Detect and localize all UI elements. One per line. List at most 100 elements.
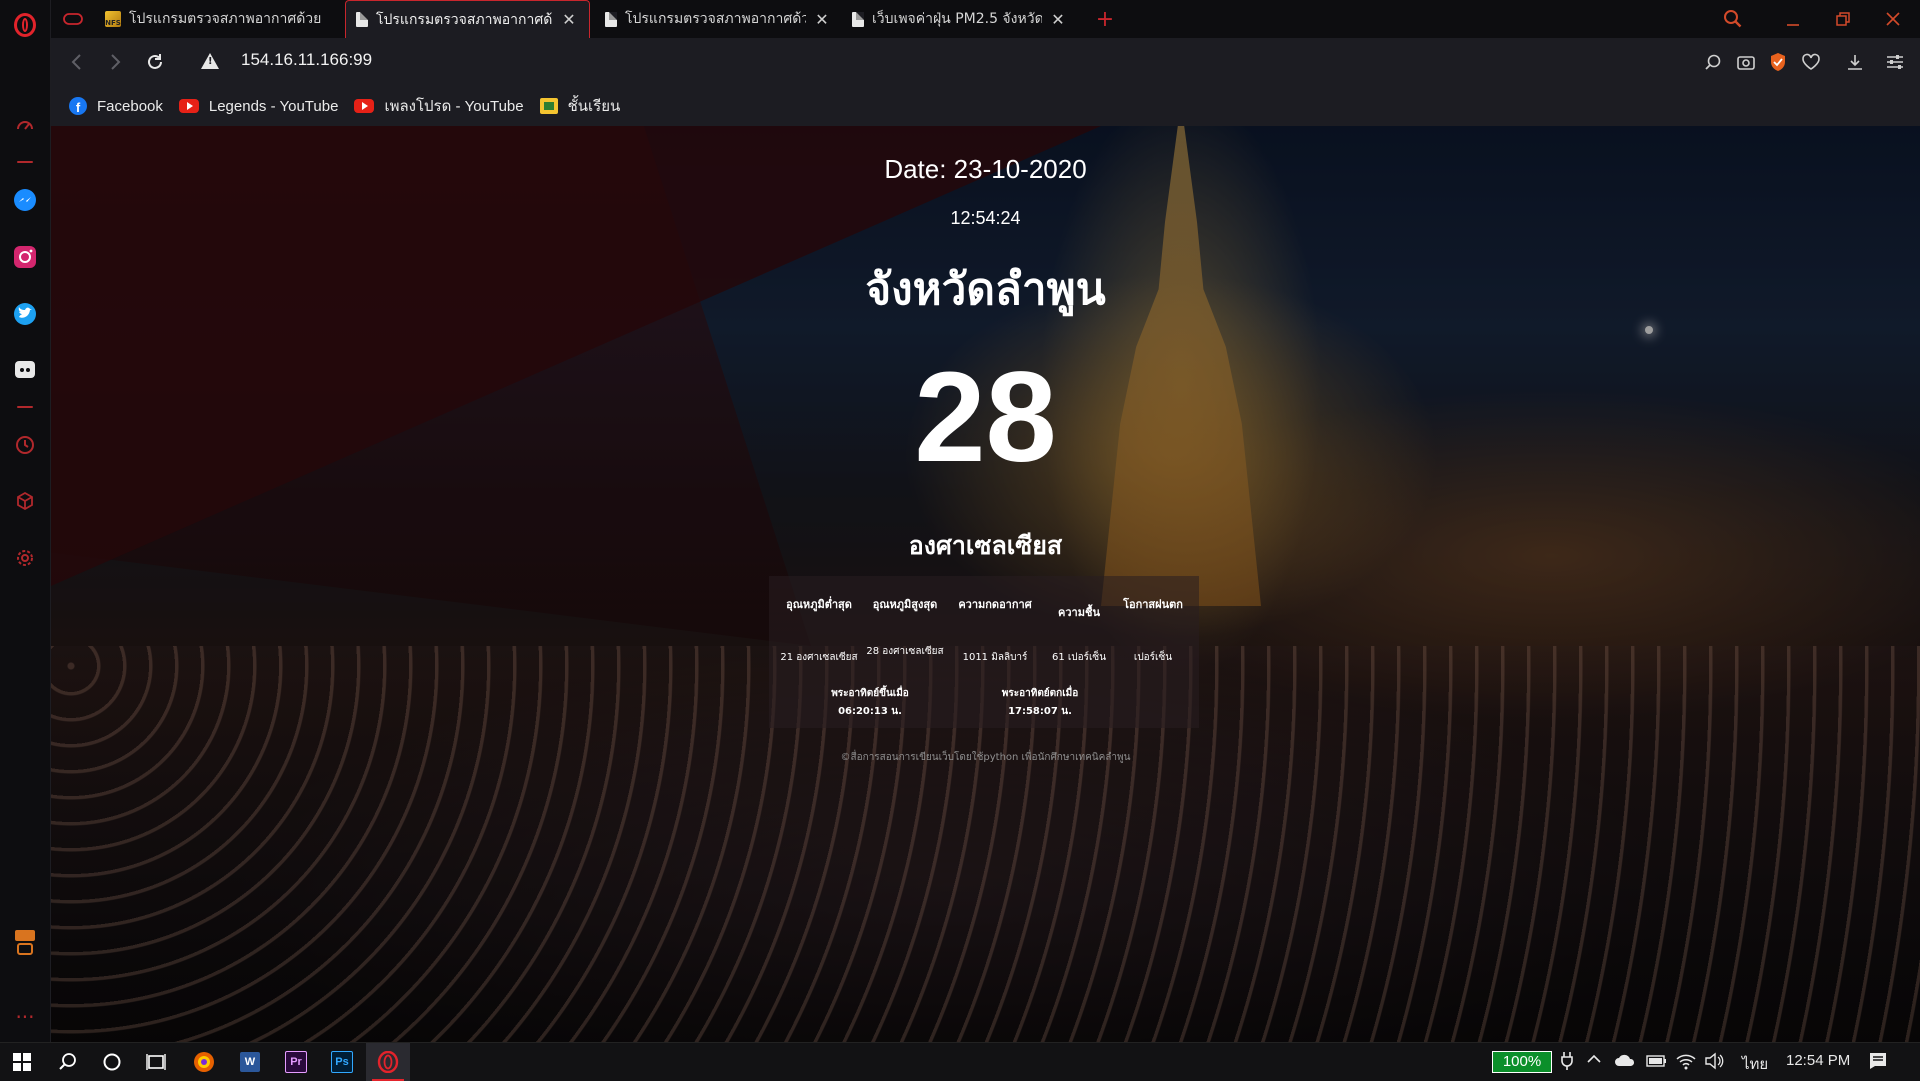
input-language[interactable]: ไทย [1742, 1052, 1768, 1076]
tab-title: โปรแกรมตรวจสภาพอากาศด้วย [129, 11, 322, 27]
easy-setup-button[interactable] [1883, 50, 1907, 74]
task-view-button[interactable] [134, 1043, 178, 1081]
sidebar-separator [17, 161, 33, 163]
battery-icon[interactable] [1646, 1054, 1668, 1072]
tab-title: โปรแกรมตรวจสภาพอากาศด้วย [376, 11, 553, 28]
search-in-page-button[interactable] [1701, 50, 1725, 74]
ram-limiter-icon [15, 930, 35, 955]
back-button[interactable] [61, 46, 93, 78]
browser-app-icon [194, 1052, 214, 1072]
tab-close-icon[interactable]: ✕ [561, 10, 577, 29]
wifi-icon[interactable] [1676, 1052, 1696, 1074]
onedrive-icon[interactable] [1614, 1053, 1636, 1071]
speed-dial-button[interactable] [0, 108, 50, 142]
bookmark-classroom[interactable]: ชั้นเรียน [539, 94, 620, 118]
volume-icon[interactable] [1704, 1052, 1724, 1074]
shield-icon [1771, 53, 1785, 71]
gx-control-button[interactable] [0, 925, 50, 959]
ad-blocker-button[interactable] [1766, 50, 1790, 74]
temperature-unit: องศาเซลเซียส [908, 531, 1063, 560]
bookmark-facebook[interactable]: f Facebook [69, 97, 163, 115]
bookmark-button[interactable] [1799, 50, 1823, 74]
taskbar-app-firefox[interactable] [182, 1043, 226, 1081]
messenger-icon [14, 189, 36, 211]
restore-icon [1836, 12, 1850, 26]
tab-title: โปรแกรมตรวจสภาพอากาศด้วย [625, 11, 806, 27]
discord-icon [15, 361, 35, 378]
windows-logo-icon [13, 1053, 31, 1071]
warning-icon[interactable] [201, 53, 219, 69]
opera-menu-button[interactable] [0, 8, 50, 42]
history-button[interactable] [0, 428, 50, 462]
downloads-button[interactable] [1843, 50, 1867, 74]
tab-2[interactable]: โปรแกรมตรวจสภาพอากาศด้วย ✕ [345, 0, 590, 38]
document-icon [356, 12, 368, 27]
taskbar-app-photoshop[interactable]: Ps [320, 1043, 364, 1081]
taskbar-app-premiere[interactable]: Pr [274, 1043, 318, 1081]
gear-icon [17, 550, 33, 566]
gx-corner-button[interactable] [57, 0, 89, 38]
tab-4[interactable]: เว็บเพจค่าฝุ่น PM2.5 จังหวัดลำ ✕ [842, 0, 1078, 38]
camera-icon [1737, 56, 1755, 70]
bookmark-favorite-songs-youtube[interactable]: เพลงโปรด - YouTube [354, 94, 524, 118]
power-plug-icon[interactable] [1560, 1051, 1574, 1075]
arrow-left-icon [71, 54, 81, 70]
bookmark-legends-youtube[interactable]: Legends - YouTube [178, 97, 339, 115]
opera-logo-icon [14, 13, 36, 37]
notification-icon [1870, 1053, 1886, 1069]
word-icon: W [240, 1052, 260, 1072]
minimize-button[interactable] [1773, 0, 1813, 38]
bookmark-label: Legends - YouTube [208, 97, 339, 115]
snapshot-button[interactable] [1734, 50, 1758, 74]
pressure-label: ความกดอากาศ [958, 598, 1032, 611]
rain-chance-value: เปอร์เซ็น [1133, 652, 1173, 663]
settings-button[interactable] [0, 541, 50, 575]
sunrise-label: พระอาทิตย์ขึ้นเมื่อ [831, 688, 909, 699]
tab-close-icon[interactable]: ✕ [1050, 10, 1066, 29]
heart-icon [1802, 53, 1820, 70]
instagram-button[interactable] [0, 240, 50, 274]
tab-strip: NFS โปรแกรมตรวจสภาพอากาศด้วย ✕ โปรแกรมตร… [51, 0, 1920, 38]
windows-taskbar: W Pr Ps 100% ไทย 12:54 PM [0, 1042, 1920, 1081]
taskbar-app-opera-gx[interactable] [366, 1043, 410, 1081]
cortana-button[interactable] [90, 1043, 134, 1081]
discord-button[interactable] [0, 353, 50, 387]
bookmark-label: Facebook [97, 97, 163, 115]
magnifier-icon [1705, 54, 1721, 70]
twitter-button[interactable] [0, 297, 50, 331]
close-window-button[interactable] [1873, 0, 1913, 38]
start-button[interactable] [0, 1043, 44, 1081]
forward-button[interactable] [99, 46, 131, 78]
tab-3[interactable]: โปรแกรมตรวจสภาพอากาศด้วย ✕ [595, 0, 842, 38]
search-tabs-button[interactable] [1715, 0, 1751, 38]
new-tab-button[interactable]: + [1087, 0, 1123, 38]
rain-chance-label: โอกาสฝนตก [1123, 598, 1183, 611]
reload-button[interactable] [139, 46, 171, 78]
tab-title: เว็บเพจค่าฝุ่น PM2.5 จังหวัดลำ [872, 11, 1042, 27]
battery-percentage[interactable]: 100% [1492, 1051, 1552, 1073]
classroom-icon [539, 98, 558, 114]
show-hidden-icons-button[interactable] [1586, 1051, 1602, 1071]
url-field[interactable]: 154.16.11.166:99 [241, 50, 372, 70]
restore-button[interactable] [1823, 0, 1863, 38]
taskbar-app-word[interactable]: W [228, 1043, 272, 1081]
sliders-icon [1887, 55, 1903, 69]
task-view-icon [146, 1054, 166, 1070]
taskbar-search-button[interactable] [46, 1043, 90, 1081]
messenger-button[interactable] [0, 183, 50, 217]
more-options-icon[interactable]: ··· [0, 1000, 50, 1034]
weather-page: Date: 23-10-2020 12:54:24 จังหวัดลำพูน 2… [51, 126, 1920, 1042]
arrow-right-icon [111, 54, 121, 70]
document-icon [852, 11, 864, 27]
action-center-button[interactable] [1868, 1051, 1888, 1075]
extensions-button[interactable] [0, 484, 50, 518]
tab-close-icon[interactable]: ✕ [814, 10, 830, 29]
taskbar-clock[interactable]: 12:54 PM [1786, 1052, 1850, 1069]
min-temp-label: อุณหภูมิต่ำสุด [786, 598, 852, 611]
minimize-icon [1787, 24, 1799, 26]
nfs-icon: NFS [105, 11, 121, 27]
facebook-icon: f [69, 97, 87, 115]
sidebar-separator [17, 406, 33, 408]
photoshop-icon: Ps [331, 1051, 353, 1073]
province-title: จังหวัดลำพูน [865, 264, 1106, 315]
